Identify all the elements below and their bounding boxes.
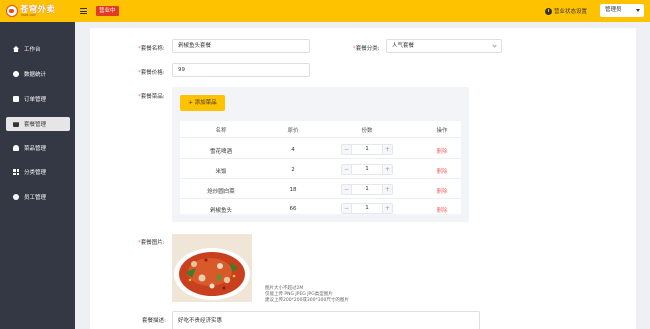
user-label: 管理员: [605, 7, 622, 13]
combo-image-label: *套餐图片:: [138, 240, 165, 246]
sidebar-item-orders[interactable]: 订单管理: [6, 92, 70, 106]
quantity-stepper[interactable]: − 1 +: [341, 164, 393, 175]
dish-price: 4: [291, 147, 295, 153]
dish-name: 炝炒圆白菜: [207, 189, 235, 195]
sidebar: 工作台 数据统计 订单管理 套餐管理 菜品管理 分类管理 员工管理: [0, 22, 75, 329]
dish-name: 米饭: [215, 169, 227, 175]
table-header-name: 名称: [215, 128, 227, 134]
combo-name-label: *套餐名称:: [138, 46, 165, 52]
table-header-price: 原价: [287, 128, 299, 134]
sidebar-item-combos[interactable]: 套餐管理: [6, 117, 70, 131]
sidebar-item-label: 数据统计: [24, 72, 47, 78]
caret-down-icon: [636, 9, 640, 12]
quantity-stepper[interactable]: − 1 +: [341, 144, 393, 155]
chevron-down-icon: [492, 43, 497, 48]
minus-icon[interactable]: −: [342, 185, 352, 194]
minus-icon[interactable]: −: [342, 204, 352, 213]
dish-price: 2: [291, 167, 295, 173]
combo-edit-form: *套餐名称: 剁椒鱼头套餐 *套餐分类: 人气套餐 *套餐价格: 99 *套餐菜…: [90, 28, 636, 329]
dish-table: 名称 原价 份数 操作 雪花啤酒 4 − 1 + 删除 米饭 2 − 1 + 删: [180, 121, 461, 214]
combo-price-input[interactable]: 99: [172, 63, 310, 77]
stats-icon: [13, 71, 19, 77]
combo-category-select[interactable]: 人气套餐: [386, 39, 502, 53]
plus-icon[interactable]: +: [382, 185, 392, 194]
logo-mark-icon: [6, 5, 18, 17]
category-icon: [13, 169, 19, 175]
sidebar-item-label: 套餐管理: [24, 122, 47, 128]
delete-dish-link[interactable]: 删除: [436, 167, 447, 175]
menu-toggle-icon[interactable]: [80, 7, 88, 15]
plus-icon[interactable]: +: [382, 145, 392, 154]
combo-desc-label: 套餐描述:: [142, 318, 166, 324]
plus-icon[interactable]: +: [382, 204, 392, 213]
logo-subtext: TAKE OUT: [21, 13, 36, 17]
combo-desc-textarea[interactable]: 好吃不贵经济实惠: [172, 311, 480, 329]
sidebar-item-workbench[interactable]: 工作台: [6, 42, 70, 56]
delete-dish-link[interactable]: 删除: [436, 206, 447, 214]
quantity-stepper[interactable]: − 1 +: [341, 184, 393, 195]
order-icon: [13, 96, 19, 102]
sidebar-item-categories[interactable]: 分类管理: [6, 165, 70, 179]
image-upload-hint: 图片大小不超过2M 仅能上传 PNG JPEG JPG类型图片 建议上传200*…: [265, 286, 349, 303]
delete-dish-link[interactable]: 删除: [436, 187, 447, 195]
quantity-value[interactable]: 1: [352, 145, 382, 154]
combo-price-label: *套餐价格:: [138, 70, 165, 76]
dish-name: 雪花啤酒: [209, 149, 233, 155]
dish-price: 18: [289, 187, 297, 193]
add-dish-button[interactable]: + 添加菜品: [180, 95, 225, 111]
shop-status-label: 营业状态设置: [554, 9, 588, 15]
employee-icon: [13, 194, 19, 200]
sidebar-item-label: 员工管理: [24, 195, 47, 201]
delete-dish-link[interactable]: 删除: [436, 147, 447, 155]
dish-name: 剁椒鱼头: [209, 208, 233, 214]
sidebar-item-dishes[interactable]: 菜品管理: [6, 141, 70, 155]
user-menu-button[interactable]: 管理员: [600, 4, 644, 17]
status-badge: 营业中: [96, 6, 119, 16]
minus-icon[interactable]: −: [342, 165, 352, 174]
combo-dishes-box: + 添加菜品 名称 原价 份数 操作 雪花啤酒 4 − 1 + 删除 米饭 2 …: [172, 87, 469, 222]
fish-head-dish-image: [172, 234, 252, 302]
sidebar-item-label: 菜品管理: [24, 146, 47, 152]
table-header-action: 操作: [436, 128, 448, 134]
plus-icon[interactable]: +: [382, 165, 392, 174]
sidebar-item-label: 工作台: [24, 47, 41, 53]
combo-name-input[interactable]: 剁椒鱼头套餐: [172, 39, 310, 53]
quantity-value[interactable]: 1: [352, 185, 382, 194]
sidebar-item-statistics[interactable]: 数据统计: [6, 67, 70, 81]
combo-icon: [13, 122, 19, 127]
combo-category-label: *套餐分类:: [353, 46, 380, 52]
quantity-stepper[interactable]: − 1 +: [341, 203, 393, 214]
sidebar-item-label: 订单管理: [24, 97, 47, 103]
shop-status-button[interactable]: 营业状态设置: [545, 6, 587, 16]
minus-icon[interactable]: −: [342, 145, 352, 154]
quantity-value[interactable]: 1: [352, 165, 382, 174]
top-bar: 苍穹外卖 TAKE OUT 营业中 营业状态设置 管理员: [0, 0, 650, 22]
clock-icon: [545, 7, 552, 15]
home-icon: [13, 46, 19, 52]
combo-dishes-label: *套餐菜品:: [138, 94, 165, 100]
sidebar-item-employees[interactable]: 员工管理: [6, 190, 70, 204]
dish-price: 66: [289, 206, 297, 212]
app-logo: 苍穹外卖 TAKE OUT: [4, 3, 68, 19]
quantity-value[interactable]: 1: [352, 204, 382, 213]
sidebar-item-label: 分类管理: [24, 170, 47, 176]
dish-icon: [13, 145, 19, 151]
table-header-qty: 份数: [361, 128, 373, 134]
combo-image-upload[interactable]: [172, 234, 252, 302]
